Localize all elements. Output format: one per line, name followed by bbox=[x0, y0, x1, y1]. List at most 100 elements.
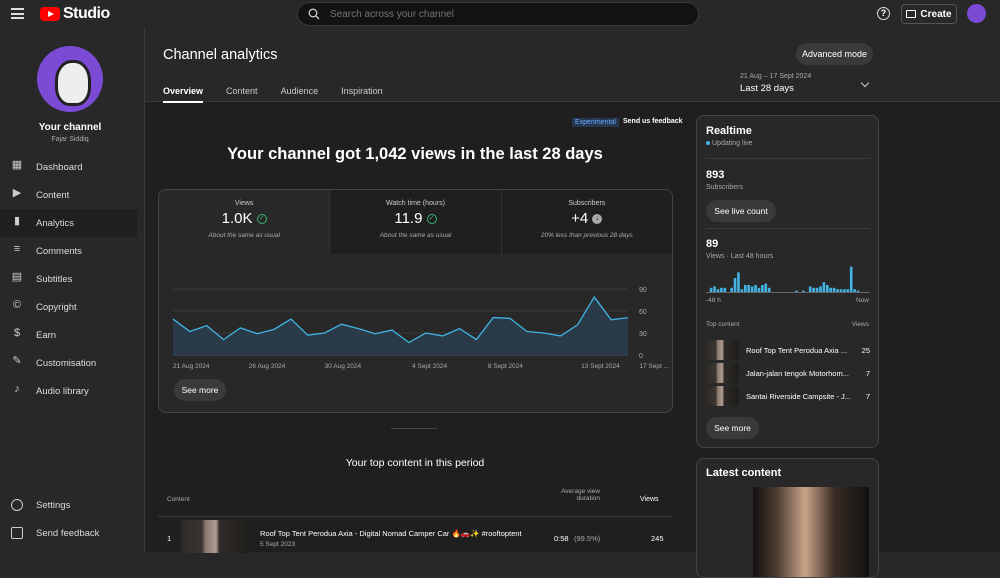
main-content: Channel analytics Advanced mode Overview… bbox=[145, 28, 1000, 552]
realtime-top-item[interactable]: Jalan-jalan tengok Motorhom...7 bbox=[706, 363, 870, 383]
realtime-bar bbox=[761, 285, 764, 292]
views-chart: 030609021 Aug 202426 Aug 202430 Aug 2024… bbox=[159, 280, 673, 400]
realtime-bar bbox=[857, 291, 860, 292]
period-selector[interactable]: 21 Aug – 17 Sept 2024Last 28 days bbox=[740, 73, 811, 94]
realtime-bar bbox=[843, 289, 846, 292]
realtime-top-item[interactable]: Santai Riverside Campsite - J...7 bbox=[706, 386, 870, 406]
check-icon: ✓ bbox=[427, 214, 437, 224]
sidebar-item-audio-library[interactable]: ♪Audio library bbox=[0, 377, 137, 405]
tab-overview[interactable]: Overview bbox=[163, 86, 203, 103]
realtime-bar-chart bbox=[706, 264, 870, 294]
x-tick-label: 21 Aug 2024 bbox=[173, 363, 210, 370]
video-title[interactable]: Roof Top Tent Perodua Axia - Digital Nom… bbox=[260, 529, 522, 538]
realtime-bar bbox=[747, 285, 750, 292]
realtime-bar bbox=[836, 289, 839, 292]
realtime-bar bbox=[840, 289, 843, 292]
create-icon bbox=[906, 10, 916, 18]
tab-inspiration[interactable]: Inspiration bbox=[341, 86, 383, 103]
copyright-icon: © bbox=[11, 301, 23, 313]
sidebar-item-settings[interactable]: Settings bbox=[0, 491, 137, 519]
realtime-bar bbox=[809, 286, 812, 292]
channel-avatar[interactable] bbox=[37, 46, 103, 112]
send-feedback-link[interactable]: Send us feedback bbox=[623, 118, 683, 125]
realtime-bar bbox=[823, 282, 826, 292]
settings-icon bbox=[11, 499, 23, 511]
realtime-bar bbox=[720, 288, 723, 292]
search-input[interactable] bbox=[330, 9, 670, 20]
realtime-bar bbox=[717, 289, 720, 292]
realtime-bar bbox=[795, 291, 798, 292]
kpi-watch-time[interactable]: Watch time (hours)11.9 ✓About the same a… bbox=[329, 190, 500, 254]
sidebar-item-dashboard[interactable]: ▦Dashboard bbox=[0, 153, 137, 181]
subtitles-icon: ▤ bbox=[11, 273, 23, 285]
realtime-bar bbox=[734, 278, 737, 292]
x-tick-label: 13 Sept 2024 bbox=[581, 363, 620, 370]
help-icon[interactable]: ? bbox=[877, 7, 890, 20]
see-more-button[interactable]: See more bbox=[174, 379, 226, 401]
sidebar-item-copyright[interactable]: ©Copyright bbox=[0, 293, 137, 321]
tab-content[interactable]: Content bbox=[226, 86, 258, 103]
create-button[interactable]: Create bbox=[901, 4, 957, 24]
video-thumbnail[interactable] bbox=[181, 520, 251, 553]
x-tick-label: 17 Sept ... bbox=[639, 363, 669, 370]
live-dot-icon bbox=[706, 141, 710, 145]
realtime-bar bbox=[846, 289, 849, 292]
studio-logo[interactable]: Studio bbox=[40, 5, 110, 23]
realtime-bar bbox=[764, 284, 767, 292]
x-tick-label: 30 Aug 2024 bbox=[325, 363, 362, 370]
experimental-badge: Experimental bbox=[572, 118, 619, 127]
top-bar: Studio ? Create bbox=[0, 0, 1000, 28]
menu-icon[interactable] bbox=[11, 8, 24, 19]
latest-video-thumbnail[interactable] bbox=[753, 487, 869, 578]
analytics-header: Channel analytics Advanced mode Overview… bbox=[145, 28, 1000, 102]
video-thumbnail bbox=[706, 363, 739, 383]
top-content-title: Your top content in this period bbox=[145, 457, 685, 469]
x-tick-label: 8 Sept 2024 bbox=[488, 363, 523, 370]
x-tick-label: 26 Aug 2024 bbox=[249, 363, 286, 370]
realtime-bar bbox=[737, 272, 740, 292]
sidebar-item-customisation[interactable]: ✎Customisation bbox=[0, 349, 137, 377]
search-bar[interactable] bbox=[297, 2, 699, 26]
account-avatar[interactable] bbox=[967, 4, 986, 23]
video-thumbnail bbox=[706, 340, 739, 360]
x-tick-label: 4 Sept 2024 bbox=[412, 363, 447, 370]
realtime-bar bbox=[741, 289, 744, 292]
kpi-views[interactable]: Views1.0K ✓About the same as usual bbox=[159, 190, 329, 254]
realtime-bar bbox=[802, 291, 805, 292]
headline: Your channel got 1,042 views in the last… bbox=[145, 145, 685, 164]
tab-audience[interactable]: Audience bbox=[281, 86, 319, 103]
realtime-bar bbox=[723, 288, 726, 292]
realtime-bar bbox=[829, 288, 832, 292]
arrow-down-icon: ↓ bbox=[592, 214, 602, 224]
chevron-down-icon[interactable] bbox=[861, 79, 869, 87]
realtime-bar bbox=[850, 267, 853, 292]
realtime-bar bbox=[758, 288, 761, 292]
sidebar-item-subtitles[interactable]: ▤Subtitles bbox=[0, 265, 137, 293]
sidebar-item-feedback[interactable]: Send feedback bbox=[0, 519, 137, 547]
sidebar-item-comments[interactable]: ≡Comments bbox=[0, 237, 137, 265]
audio-library-icon: ♪ bbox=[11, 385, 23, 397]
col-content: Content bbox=[167, 496, 190, 503]
col-views[interactable]: Views bbox=[640, 496, 659, 503]
realtime-bar bbox=[730, 288, 733, 292]
advanced-mode-button[interactable]: Advanced mode bbox=[796, 43, 873, 65]
realtime-bar bbox=[744, 285, 747, 292]
realtime-bar bbox=[812, 288, 815, 292]
search-icon bbox=[308, 8, 320, 20]
realtime-see-more-button[interactable]: See more bbox=[706, 417, 759, 439]
realtime-bar bbox=[751, 286, 754, 292]
table-row[interactable]: 1 Roof Top Tent Perodua Axia - Digital N… bbox=[158, 516, 673, 552]
realtime-bar bbox=[710, 288, 713, 292]
sidebar-item-analytics[interactable]: ▮Analytics bbox=[0, 209, 137, 237]
your-channel-label: Your channel bbox=[0, 122, 140, 133]
realtime-bar bbox=[826, 285, 829, 292]
see-live-count-button[interactable]: See live count bbox=[706, 200, 776, 222]
page-title: Channel analytics bbox=[163, 47, 277, 63]
kpi-subscribers[interactable]: Subscribers+4 ↓20% less than previous 28… bbox=[501, 190, 672, 254]
latest-content-card: Latest content bbox=[696, 458, 879, 578]
sidebar-item-earn[interactable]: $Earn bbox=[0, 321, 137, 349]
realtime-top-item[interactable]: Roof Top Tent Perodua Axia ...25 bbox=[706, 340, 870, 360]
col-avg-view-duration[interactable]: Average view duration bbox=[550, 488, 600, 502]
sidebar-item-content[interactable]: ▶Content bbox=[0, 181, 137, 209]
tabs: Overview Content Audience Inspiration bbox=[163, 86, 383, 103]
